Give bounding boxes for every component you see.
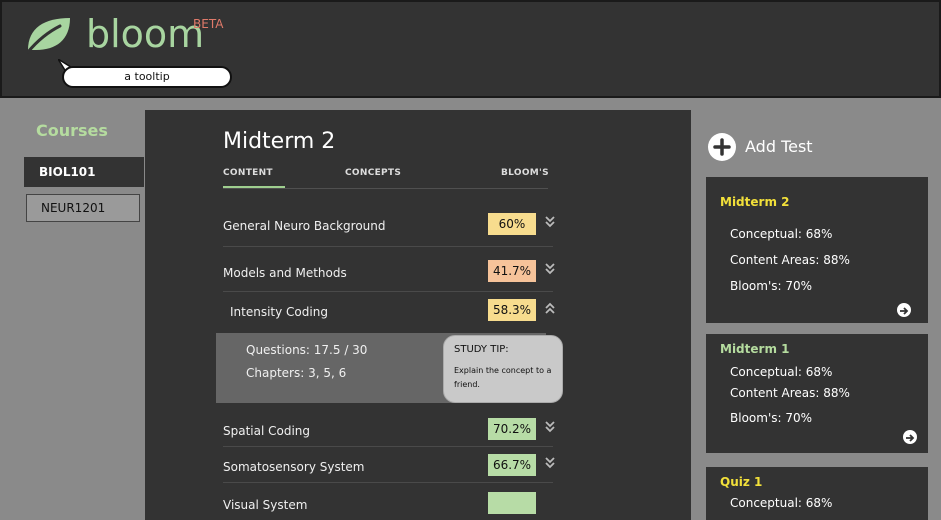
test-card-stat: Bloom's: 70%: [730, 411, 813, 425]
test-card-stat: Conceptual: 68%: [730, 496, 833, 510]
score-badge: [488, 492, 536, 514]
test-card-stat: Content Areas: 88%: [730, 386, 850, 400]
test-card-stat: Conceptual: 68%: [730, 365, 833, 379]
test-card-title: Midterm 1: [720, 342, 790, 356]
topic-label: Somatosensory System: [223, 460, 365, 474]
test-detail-panel: Midterm 2 CONTENT CONCEPTS BLOOM'S Gener…: [145, 110, 691, 520]
arrow-right-icon[interactable]: [897, 303, 911, 317]
add-test-label: Add Test: [745, 137, 813, 156]
tab-concepts[interactable]: CONCEPTS: [345, 168, 401, 178]
courses-heading: Courses: [36, 121, 108, 140]
row-divider: [223, 246, 553, 247]
beta-badge: BETA: [193, 17, 224, 31]
test-card-midterm-2[interactable]: Midterm 2 Conceptual: 68% Content Areas:…: [706, 177, 928, 323]
row-divider: [223, 291, 553, 292]
score-badge: 58.3%: [488, 299, 536, 321]
topic-label: Intensity Coding: [230, 305, 328, 319]
tab-blooms[interactable]: BLOOM'S: [501, 168, 549, 178]
test-card-stat: Content Areas: 88%: [730, 253, 850, 267]
plus-circle-icon: [708, 133, 736, 161]
study-tip-body: Explain the concept to a friend.: [454, 366, 552, 389]
topic-row-models-methods[interactable]: Models and Methods 41.7%: [223, 255, 555, 293]
arrow-right-icon[interactable]: [903, 430, 917, 444]
app-header: bloom BETA a tooltip: [0, 0, 941, 98]
course-item-neur1201[interactable]: NEUR1201: [26, 194, 140, 222]
course-item-biol101[interactable]: BIOL101: [24, 157, 144, 187]
chevron-double-up-icon[interactable]: [543, 300, 557, 316]
row-divider: [223, 482, 553, 483]
chevron-double-down-icon[interactable]: [543, 419, 557, 435]
page-title: Midterm 2: [223, 129, 336, 154]
topic-label: Visual System: [223, 498, 308, 512]
score-badge: 70.2%: [488, 418, 536, 440]
leaf-logo-icon: [26, 18, 70, 54]
questions-count: Questions: 17.5 / 30: [246, 343, 368, 357]
test-card-title: Midterm 2: [720, 195, 790, 209]
topic-row-intensity-coding[interactable]: Intensity Coding 58.3%: [223, 294, 555, 332]
score-badge: 60%: [488, 213, 536, 235]
score-badge: 66.7%: [488, 454, 536, 476]
chevron-double-down-icon[interactable]: [543, 214, 557, 230]
topic-row-general-neuro[interactable]: General Neuro Background 60%: [223, 208, 555, 246]
test-card-quiz-1[interactable]: Quiz 1 Conceptual: 68%: [706, 467, 928, 520]
tab-content[interactable]: CONTENT: [223, 168, 273, 178]
test-card-stat: Bloom's: 70%: [730, 279, 813, 293]
app-logo-text[interactable]: bloom: [86, 12, 204, 56]
score-badge: 41.7%: [488, 260, 536, 282]
topic-label: Models and Methods: [223, 266, 347, 280]
study-tip-title: STUDY TIP:: [454, 344, 509, 355]
chevron-double-down-icon[interactable]: [543, 455, 557, 471]
study-tip-bubble: STUDY TIP: Explain the concept to a frie…: [443, 335, 563, 403]
tabs-divider: [223, 188, 548, 189]
test-card-stat: Conceptual: 68%: [730, 227, 833, 241]
topic-label: General Neuro Background: [223, 219, 386, 233]
row-divider: [223, 446, 553, 447]
chevron-double-down-icon[interactable]: [543, 261, 557, 277]
topic-row-visual-system[interactable]: Visual System: [223, 487, 553, 520]
tooltip: a tooltip: [62, 66, 232, 88]
active-tab-indicator: [223, 186, 285, 188]
test-card-title: Quiz 1: [720, 475, 763, 489]
topic-label: Spatial Coding: [223, 424, 311, 438]
chapters-list: Chapters: 3, 5, 6: [246, 366, 347, 380]
test-card-midterm-1[interactable]: Midterm 1 Conceptual: 68% Content Areas:…: [706, 334, 928, 453]
